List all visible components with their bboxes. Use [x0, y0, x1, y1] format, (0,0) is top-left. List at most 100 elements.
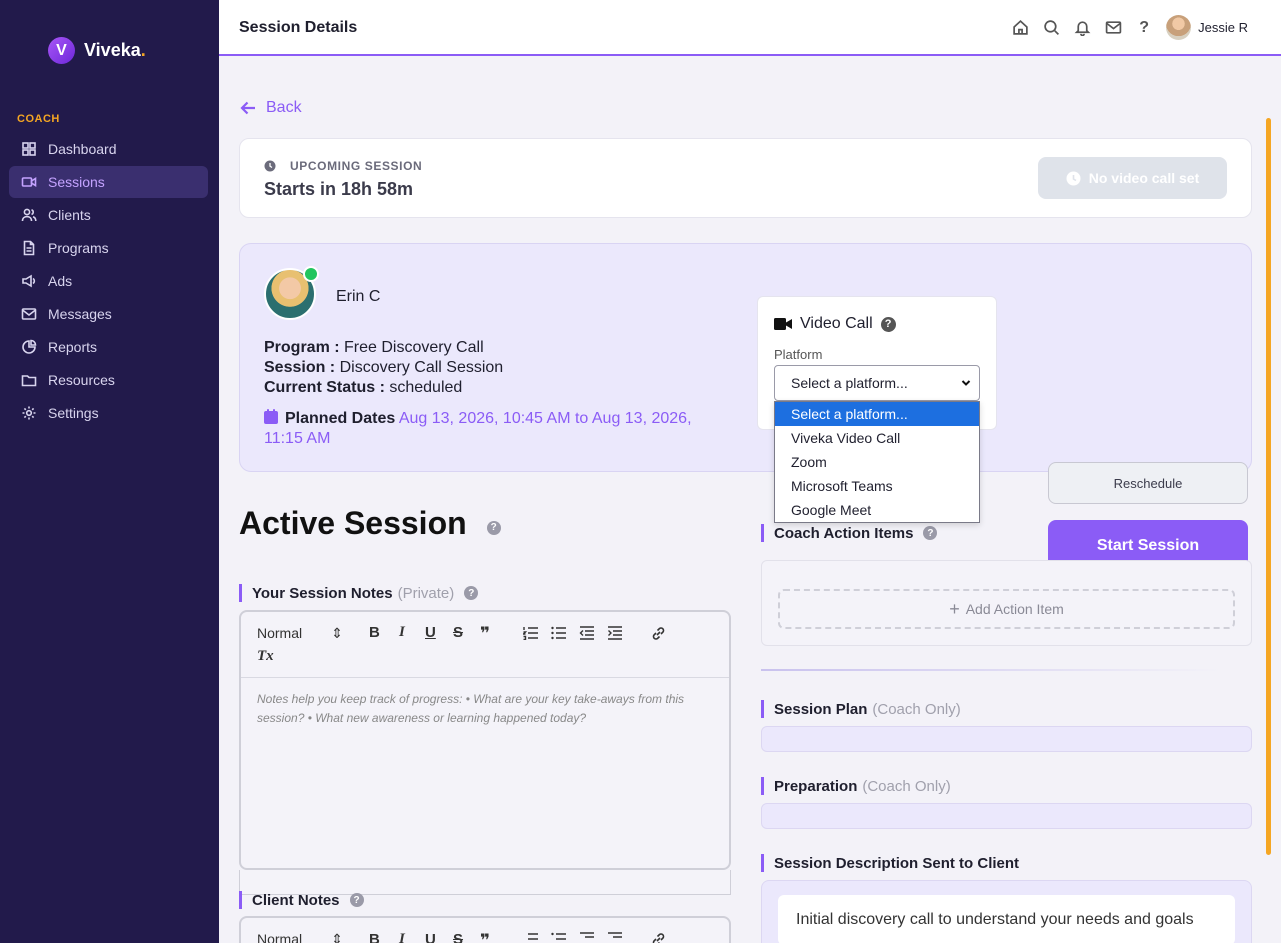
user-avatar[interactable] — [1166, 15, 1192, 40]
platform-option[interactable]: Zoom — [775, 450, 979, 474]
sidebar-item-clients[interactable]: Clients — [9, 199, 208, 231]
underline-button[interactable]: U — [425, 624, 436, 641]
help-icon[interactable]: ? — [1135, 19, 1153, 37]
chevron-down-icon — [961, 380, 971, 386]
platform-select[interactable]: Select a platform... — [774, 365, 980, 401]
reschedule-button[interactable]: Reschedule — [1048, 462, 1248, 504]
bullet-list-icon[interactable] — [551, 626, 567, 640]
main-content: Back UPCOMING SESSION Starts in 18h 58m … — [219, 58, 1271, 943]
editor-toolbar: Normal ⇕ B I U S ❞ Tx — [241, 612, 729, 678]
quote-button[interactable]: ❞ — [480, 624, 490, 644]
top-header: Session Details ? Jessie R — [219, 0, 1281, 56]
back-link[interactable]: Back — [239, 99, 302, 117]
brand[interactable]: V Viveka. — [48, 37, 146, 64]
up-down-arrow-icon: ⇕ — [331, 625, 343, 641]
platform-option[interactable]: Select a platform... — [775, 402, 979, 426]
sidebar-item-resources[interactable]: Resources — [9, 364, 208, 396]
indent-icon[interactable] — [607, 626, 623, 640]
link-icon[interactable] — [651, 626, 666, 641]
ordered-list-icon[interactable] — [523, 626, 539, 640]
help-icon[interactable]: ? — [464, 586, 479, 600]
grid-icon — [22, 142, 36, 156]
mail-icon[interactable] — [1104, 19, 1122, 37]
italic-button[interactable]: I — [399, 931, 405, 943]
indent-icon[interactable] — [607, 932, 623, 943]
home-icon[interactable] — [1011, 19, 1029, 37]
no-video-call-button[interactable]: No video call set — [1038, 157, 1227, 199]
strikethrough-button[interactable]: S — [453, 624, 463, 641]
sidebar-item-programs[interactable]: Programs — [9, 232, 208, 264]
preparation-suffix: (Coach Only) — [862, 777, 951, 795]
clock-icon — [1066, 171, 1081, 185]
video-call-title-text: Video Call — [800, 315, 873, 332]
up-down-arrow-icon: ⇕ — [331, 931, 343, 943]
help-icon[interactable]: ? — [486, 520, 501, 535]
folder-icon — [21, 375, 37, 387]
quote-button[interactable]: ❞ — [480, 931, 490, 943]
search-icon[interactable] — [1042, 19, 1060, 37]
user-name[interactable]: Jessie R — [1198, 20, 1248, 35]
action-items-card: + Add Action Item — [761, 560, 1252, 646]
add-action-item-label: Add Action Item — [965, 601, 1064, 617]
session-plan-title: Session Plan — [774, 700, 868, 718]
bullet-list-icon[interactable] — [551, 932, 567, 943]
help-icon[interactable]: ? — [880, 316, 896, 332]
no-video-call-label: No video call set — [1088, 170, 1200, 186]
header-actions: ? Jessie R — [998, 15, 1248, 40]
sidebar-item-dashboard[interactable]: Dashboard — [9, 133, 208, 165]
planned-dates: Planned Dates Aug 13, 2026, 10:45 AM to … — [264, 409, 734, 449]
help-icon[interactable]: ? — [923, 526, 938, 540]
platform-option[interactable]: Microsoft Teams — [775, 474, 979, 498]
sidebar-item-messages[interactable]: Messages — [9, 298, 208, 330]
italic-button[interactable]: I — [399, 624, 405, 641]
online-status-dot — [303, 266, 319, 282]
session-label: Session : — [264, 359, 336, 376]
coach-action-items-title: Coach Action Items — [774, 524, 914, 542]
bold-button[interactable]: B — [369, 624, 380, 641]
add-action-item-button[interactable]: + Add Action Item — [778, 589, 1235, 629]
ordered-list-icon[interactable] — [523, 932, 539, 943]
client-notes-title: Client Notes — [252, 891, 340, 909]
session-description-text[interactable]: Initial discovery call to understand you… — [778, 895, 1235, 943]
platform-label: Platform — [774, 347, 823, 362]
upcoming-label: UPCOMING SESSION — [264, 159, 422, 173]
session-notes-input[interactable]: Notes help you keep track of progress: •… — [241, 678, 729, 740]
underline-button[interactable]: U — [425, 931, 436, 943]
brand-dot: . — [140, 40, 146, 60]
preparation-field[interactable] — [761, 803, 1252, 829]
bold-button[interactable]: B — [369, 931, 380, 943]
outdent-icon[interactable] — [579, 932, 595, 943]
text-style-select[interactable]: Normal ⇕ — [257, 931, 343, 943]
session-plan-heading: Session Plan (Coach Only) — [761, 700, 961, 718]
sidebar-item-reports[interactable]: Reports — [9, 331, 208, 363]
session-details: Program : Free Discovery Call Session : … — [264, 338, 503, 398]
platform-option[interactable]: Google Meet — [775, 498, 979, 522]
sidebar-item-settings[interactable]: Settings — [9, 397, 208, 429]
scrollbar[interactable] — [1266, 118, 1271, 855]
video-call-title: Video Call ? — [774, 315, 896, 333]
camera-icon — [774, 318, 792, 330]
platform-option[interactable]: Viveka Video Call — [775, 426, 979, 450]
strikethrough-button[interactable]: S — [453, 931, 463, 943]
session-value: Discovery Call Session — [339, 359, 504, 376]
session-notes-title: Your Session Notes — [252, 584, 393, 602]
brand-logo-icon: V — [48, 37, 75, 64]
session-plan-field[interactable] — [761, 726, 1252, 752]
session-description-title: Session Description Sent to Client — [774, 854, 1020, 872]
help-icon[interactable]: ? — [349, 893, 364, 907]
active-session-heading: Active Session ? — [239, 505, 501, 542]
bell-icon[interactable] — [1073, 19, 1091, 37]
session-notes-suffix: (Private) — [397, 584, 455, 602]
editor-toolbar: Normal ⇕ B I U S ❞ — [241, 918, 729, 943]
platform-select-value: Select a platform... — [791, 375, 908, 391]
session-description-heading: Session Description Sent to Client — [761, 854, 1019, 872]
sidebar-item-ads[interactable]: Ads — [9, 265, 208, 297]
megaphone-icon — [22, 274, 36, 288]
outdent-icon[interactable] — [579, 626, 595, 640]
sidebar-item-sessions[interactable]: Sessions — [9, 166, 208, 198]
link-icon[interactable] — [651, 932, 666, 943]
text-style-select[interactable]: Normal ⇕ — [257, 625, 343, 642]
planned-label: Planned Dates — [285, 410, 396, 427]
clear-format-button[interactable]: Tx — [257, 648, 274, 665]
starts-in-text: Starts in 18h 58m — [264, 179, 414, 199]
